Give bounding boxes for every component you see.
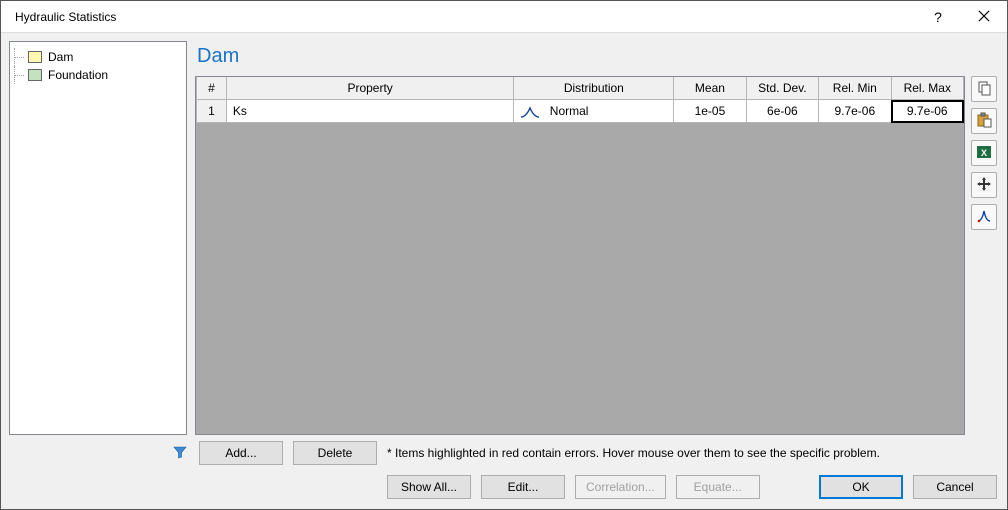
- tree-item-label: Dam: [48, 50, 73, 64]
- edit-button[interactable]: Edit...: [481, 475, 565, 499]
- excel-icon: X: [976, 144, 992, 163]
- cancel-button[interactable]: Cancel: [913, 475, 997, 499]
- col-header-relmax[interactable]: Rel. Max: [891, 77, 963, 100]
- move-button[interactable]: [971, 172, 997, 198]
- copy-icon: [976, 80, 992, 99]
- col-header-property[interactable]: Property: [226, 77, 514, 100]
- help-icon: ?: [934, 9, 942, 25]
- dialog-window: Hydraulic Statistics ? Dam Foundation: [0, 0, 1008, 510]
- titlebar: Hydraulic Statistics ?: [1, 1, 1007, 33]
- col-header-distribution[interactable]: Distribution: [514, 77, 674, 100]
- page-title: Dam: [195, 41, 999, 76]
- cell-property[interactable]: Ks: [226, 100, 514, 123]
- show-all-button[interactable]: Show All...: [387, 475, 471, 499]
- properties-grid[interactable]: # Property Distribution Mean Std. Dev. R…: [195, 76, 965, 435]
- table-row[interactable]: 1 Ks Normal 1e-05 6e-06: [197, 100, 964, 123]
- move-icon: [976, 176, 992, 195]
- close-button[interactable]: [961, 1, 1007, 33]
- tree-item-foundation[interactable]: Foundation: [14, 66, 182, 84]
- swatch-icon: [28, 69, 42, 81]
- window-title: Hydraulic Statistics: [15, 10, 915, 24]
- swatch-icon: [28, 51, 42, 63]
- svg-text:X: X: [981, 148, 987, 158]
- toolbar-column: X: [971, 76, 999, 435]
- cell-distribution[interactable]: Normal: [514, 100, 674, 123]
- tree-item-dam[interactable]: Dam: [14, 48, 182, 66]
- error-hint: * Items highlighted in red contain error…: [387, 446, 880, 460]
- cell-relmax[interactable]: 9.7e-06: [891, 100, 963, 123]
- col-header-index[interactable]: #: [197, 77, 227, 100]
- normal-distribution-icon: [520, 106, 540, 118]
- col-header-stddev[interactable]: Std. Dev.: [746, 77, 818, 100]
- distribution-fit-icon: [976, 208, 992, 227]
- cell-rownum[interactable]: 1: [197, 100, 227, 123]
- client-area: Dam Foundation Dam # Proper: [1, 33, 1007, 509]
- paste-icon: [976, 112, 992, 131]
- close-icon: [978, 9, 990, 25]
- cell-mean[interactable]: 1e-05: [674, 100, 746, 123]
- filter-icon[interactable]: [171, 445, 189, 462]
- copy-button[interactable]: [971, 76, 997, 102]
- tree-item-label: Foundation: [48, 68, 108, 82]
- paste-button[interactable]: [971, 108, 997, 134]
- material-tree[interactable]: Dam Foundation: [9, 41, 187, 435]
- help-button[interactable]: ?: [915, 1, 961, 33]
- distribution-fit-button[interactable]: [971, 204, 997, 230]
- col-header-relmin[interactable]: Rel. Min: [819, 77, 891, 100]
- add-button[interactable]: Add...: [199, 441, 283, 465]
- delete-button[interactable]: Delete: [293, 441, 377, 465]
- grid-header-row: # Property Distribution Mean Std. Dev. R…: [197, 77, 964, 100]
- col-header-mean[interactable]: Mean: [674, 77, 746, 100]
- cell-stddev[interactable]: 6e-06: [746, 100, 818, 123]
- ok-button[interactable]: OK: [819, 475, 903, 499]
- correlation-button: Correlation...: [575, 475, 666, 499]
- equate-button: Equate...: [676, 475, 760, 499]
- export-excel-button[interactable]: X: [971, 140, 997, 166]
- cell-relmin[interactable]: 9.7e-06: [819, 100, 891, 123]
- cell-distribution-label: Normal: [550, 104, 589, 118]
